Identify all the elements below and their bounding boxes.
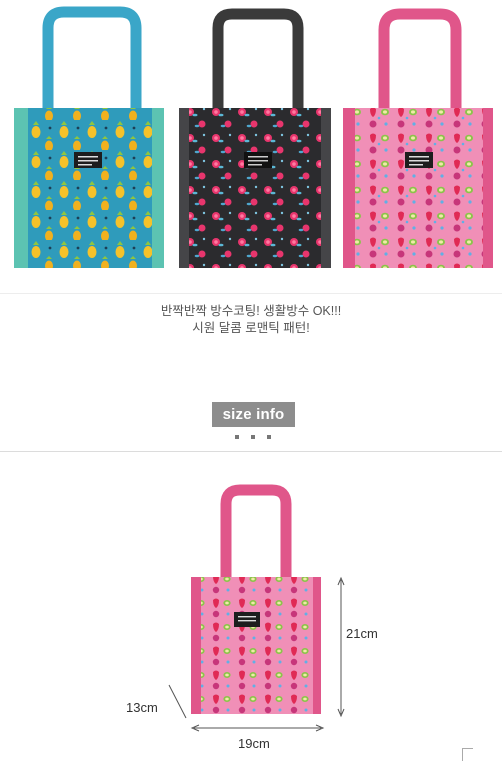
section-dots <box>231 433 275 441</box>
dot <box>267 435 271 439</box>
caption-line-2: 시원 달콤 로맨틱 패턴! <box>192 321 310 335</box>
depth-label: 13cm <box>126 700 158 715</box>
width-label: 19cm <box>238 736 270 751</box>
dot <box>235 435 239 439</box>
bag-black-rose <box>179 8 331 268</box>
size-info-badge: size info <box>212 402 295 427</box>
size-diagram-panel <box>0 451 502 761</box>
caption-line-1: 반짝반짝 방수코팅! 생활방수 OK!!! <box>160 304 342 318</box>
height-label: 21cm <box>346 626 378 641</box>
size-diagram <box>168 484 345 732</box>
corner-mark <box>462 748 473 761</box>
product-photo-panel <box>0 0 502 294</box>
product-photo <box>14 6 493 268</box>
bag-pineapple <box>14 6 164 268</box>
bag-strawberry-kiwi <box>343 8 493 268</box>
dot <box>251 435 255 439</box>
